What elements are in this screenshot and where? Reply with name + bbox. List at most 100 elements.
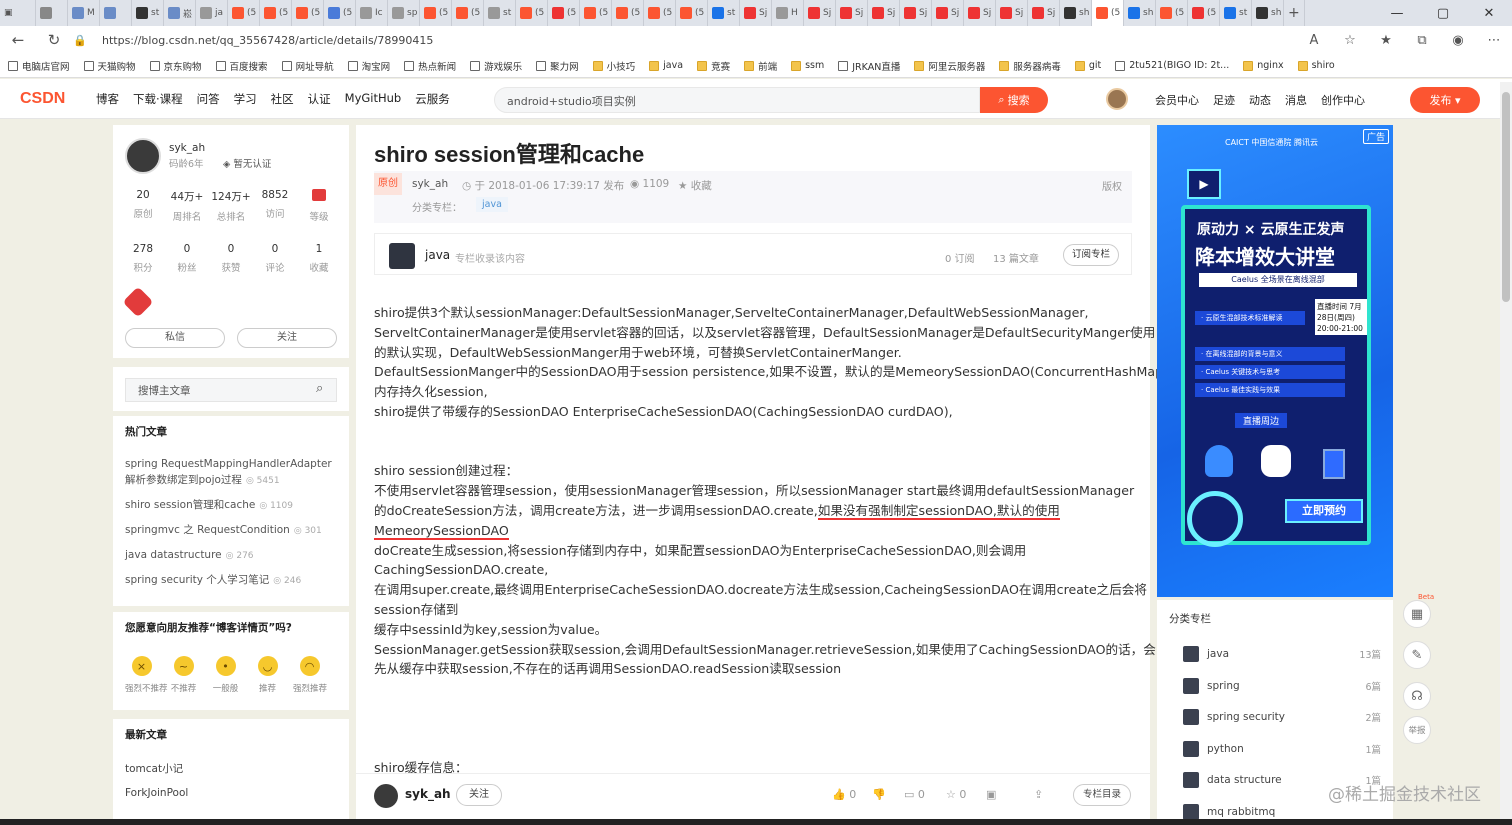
profile-stat[interactable]: 8852 访问 xyxy=(253,189,297,223)
bookmark-item[interactable]: 热点新闻 xyxy=(404,59,456,73)
dislike-button[interactable]: 👎 xyxy=(872,788,886,801)
rating-option[interactable]: ◡ 推荐 xyxy=(251,656,284,694)
bookmark-item[interactable]: JRKAN直播 xyxy=(838,59,900,73)
browser-tab[interactable]: ja xyxy=(196,0,228,26)
bookmark-item[interactable]: 京东购物 xyxy=(149,59,202,73)
edit-icon[interactable]: ✎ xyxy=(1403,641,1431,669)
toolbar-follow-button[interactable]: 关注 xyxy=(456,784,502,806)
header-right-item[interactable]: 创作中心 xyxy=(1321,92,1365,108)
profile-icon[interactable]: ◉ xyxy=(1440,33,1476,48)
header-nav-item[interactable]: 云服务 xyxy=(415,91,450,107)
browser-tab[interactable]: Sj xyxy=(964,0,996,26)
header-right-item[interactable]: 消息 xyxy=(1285,92,1307,108)
browser-tab[interactable]: sh xyxy=(1124,0,1156,26)
back-icon[interactable]: ← xyxy=(0,31,36,49)
favorites-icon[interactable]: ★ xyxy=(1368,33,1404,48)
article-author[interactable]: syk_ah xyxy=(412,178,448,190)
recent-article-link[interactable]: ForkJoinPool xyxy=(125,787,188,799)
browser-tab[interactable]: (5 xyxy=(1092,0,1124,26)
subscribe-column-button[interactable]: 订阅专栏 xyxy=(1063,244,1119,266)
ad-reserve-button[interactable]: 立即预约 xyxy=(1285,499,1363,523)
rating-option[interactable]: • 一般般 xyxy=(209,656,242,694)
favorite-star-icon[interactable]: ☆ xyxy=(1332,33,1368,48)
hot-article-link[interactable]: springmvc 之 RequestCondition ◎ 301 xyxy=(125,522,337,539)
browser-tab[interactable]: Sj xyxy=(740,0,772,26)
profile-stat[interactable]: 等级 xyxy=(297,189,341,223)
bookmark-item[interactable]: 游戏娱乐 xyxy=(470,59,522,73)
profile-stat[interactable]: 0 粉丝 xyxy=(165,243,209,274)
read-aloud-icon[interactable]: A xyxy=(1296,33,1332,48)
browser-tab[interactable]: Sj xyxy=(900,0,932,26)
category-item[interactable]: java 13篇 xyxy=(1183,646,1381,662)
column-cover-icon[interactable] xyxy=(389,243,415,269)
header-nav-item[interactable]: 博客 xyxy=(96,91,119,107)
new-tab-icon[interactable]: + xyxy=(1284,0,1305,26)
browser-tab[interactable]: Sj xyxy=(836,0,868,26)
tab-actions-icon[interactable]: ▣ xyxy=(0,0,36,26)
category-item[interactable]: spring 6篇 xyxy=(1183,677,1381,694)
medal-badge-icon[interactable] xyxy=(122,286,154,318)
browser-tab[interactable]: (5 xyxy=(644,0,676,26)
private-message-button[interactable]: 私信 xyxy=(125,328,225,348)
header-nav-item[interactable]: MyGitHub xyxy=(345,91,402,107)
browser-tab[interactable]: sh xyxy=(1060,0,1092,26)
bookmark-item[interactable]: 阿里云服务器 xyxy=(914,59,985,73)
browser-tab[interactable]: M xyxy=(68,0,100,26)
browser-tab[interactable]: Sj xyxy=(932,0,964,26)
category-tag[interactable]: java xyxy=(476,197,508,212)
browser-tab[interactable] xyxy=(100,0,132,26)
browser-tab[interactable]: (5 xyxy=(1156,0,1188,26)
rating-option[interactable]: ~ 不推荐 xyxy=(167,656,200,694)
bookmark-item[interactable]: 百度搜索 xyxy=(215,59,268,73)
search-icon[interactable]: ⌕ xyxy=(316,381,323,396)
recent-article-link[interactable]: tomcat小记 xyxy=(125,761,183,776)
close-icon[interactable]: ✕ xyxy=(1466,0,1512,26)
hot-article-link[interactable]: spring security 个人学习笔记 ◎ 246 xyxy=(125,572,337,589)
browser-tab[interactable]: sh xyxy=(1252,0,1284,26)
bookmark-item[interactable]: git xyxy=(1074,60,1101,71)
browser-tab[interactable]: Ic xyxy=(356,0,388,26)
copyright-link[interactable]: 版权 xyxy=(1102,178,1122,193)
browser-tab[interactable]: (5 xyxy=(420,0,452,26)
favorite-link[interactable]: ★ 收藏 xyxy=(678,178,712,193)
browser-tab[interactable]: (5 xyxy=(1188,0,1220,26)
rating-option[interactable]: × 强烈不推荐 xyxy=(125,656,168,694)
maximize-icon[interactable]: ▢ xyxy=(1420,0,1466,26)
header-nav-item[interactable]: 下载·课程 xyxy=(133,91,183,107)
reward-button[interactable]: ▣ xyxy=(986,788,996,801)
profile-stat[interactable]: 20 原创 xyxy=(121,189,165,223)
browser-tab[interactable]: Sj xyxy=(804,0,836,26)
browser-tab[interactable] xyxy=(36,0,68,26)
browser-tab[interactable]: (5 xyxy=(676,0,708,26)
bookmark-item[interactable]: java xyxy=(649,60,683,71)
browser-tab[interactable]: st xyxy=(708,0,740,26)
browser-tab[interactable]: (5 xyxy=(548,0,580,26)
blog-search-input[interactable]: 搜博主文章 xyxy=(125,378,337,402)
collections-icon[interactable]: ⧉ xyxy=(1404,33,1440,48)
browser-tab[interactable]: st xyxy=(484,0,516,26)
bookmark-item[interactable]: 服务器病毒 xyxy=(999,59,1061,73)
header-right-item[interactable]: 会员中心 xyxy=(1155,92,1199,108)
collect-button[interactable]: ☆ 0 xyxy=(946,788,966,801)
browser-tab[interactable]: Sj xyxy=(996,0,1028,26)
profile-stat[interactable]: 124万+ 总排名 xyxy=(209,189,253,223)
header-right-item[interactable]: 动态 xyxy=(1249,92,1271,108)
category-item[interactable]: mq rabbitmq xyxy=(1183,803,1381,820)
menu-icon[interactable]: ⋯ xyxy=(1476,33,1512,48)
browser-tab[interactable]: (5 xyxy=(612,0,644,26)
browser-tab[interactable]: st xyxy=(132,0,164,26)
browser-tab[interactable]: sp xyxy=(388,0,420,26)
bookmark-item[interactable]: 2tu521(BIGO ID: 2t... xyxy=(1115,60,1229,71)
header-nav-item[interactable]: 认证 xyxy=(308,91,331,107)
browser-tab[interactable]: (5 xyxy=(324,0,356,26)
like-button[interactable]: 👍 0 xyxy=(832,788,856,801)
bookmark-item[interactable]: 竞赛 xyxy=(697,59,730,73)
profile-stat[interactable]: 278 积分 xyxy=(121,243,165,274)
author-name[interactable]: syk_ah xyxy=(169,142,205,154)
bookmark-item[interactable]: shiro xyxy=(1297,60,1335,71)
browser-tab[interactable]: (5 xyxy=(228,0,260,26)
browser-tab[interactable]: 崧 xyxy=(164,0,196,26)
report-button[interactable]: 举报 xyxy=(1403,716,1431,744)
bookmark-item[interactable]: 小技巧 xyxy=(592,59,635,73)
hot-article-link[interactable]: spring RequestMappingHandlerAdapter解析参数绑… xyxy=(125,456,337,489)
